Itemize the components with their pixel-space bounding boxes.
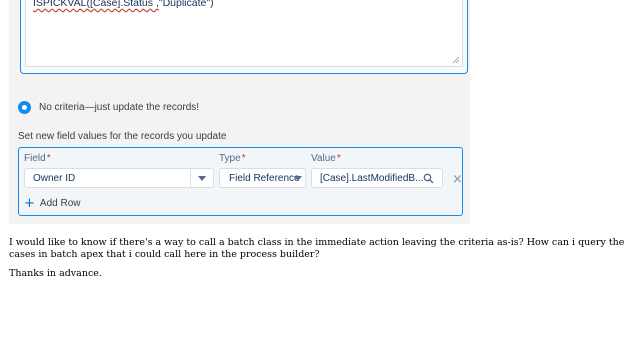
no-criteria-option[interactable]: No criteria—just update the records! [18,99,199,115]
formula-text-suffix: "Duplicate") [158,0,214,9]
add-row-label: Add Row [39,198,81,209]
question-text: I would like to know if there's a way to… [9,237,625,260]
field-values-section-label: Set new field values for the records you… [18,131,227,142]
formula-text: ISPICKVAL([Case].Status ,"Duplicate") [33,0,214,9]
formula-text-prefix: ISPICKVAL([Case].Status , [33,0,159,9]
type-column-label: Type* [219,153,246,164]
field-picker-value: Owner ID [33,172,76,184]
thanks-text: Thanks in advance. [9,268,102,279]
type-select-value: Field Reference [229,172,300,184]
chevron-down-icon [294,176,302,181]
radio-selected-icon[interactable] [18,100,31,114]
remove-row-icon[interactable]: × [452,173,463,186]
add-row-button[interactable]: + Add Row [24,195,81,211]
value-lookup-value: [Case].LastModifiedB... [320,172,424,184]
formula-editor[interactable]: ISPICKVAL([Case].Status ,"Duplicate") [20,0,468,74]
search-icon[interactable] [423,173,434,184]
value-column-label: Value* [311,153,341,164]
plus-icon: + [24,195,35,211]
resize-grip-icon[interactable] [452,56,460,64]
value-lookup[interactable]: [Case].LastModifiedB... [311,168,443,188]
field-picker[interactable]: Owner ID [24,168,214,188]
chevron-down-icon[interactable] [190,169,213,187]
process-builder-panel: ISPICKVAL([Case].Status ,"Duplicate") No… [9,0,470,224]
formula-textarea[interactable]: ISPICKVAL([Case].Status ,"Duplicate") [25,0,463,67]
no-criteria-label: No criteria—just update the records! [39,101,200,113]
field-assignment-box: Field* Type* Value* Owner ID Field Refer… [18,147,463,216]
field-column-label: Field* [24,153,51,164]
type-select[interactable]: Field Reference [219,168,306,188]
